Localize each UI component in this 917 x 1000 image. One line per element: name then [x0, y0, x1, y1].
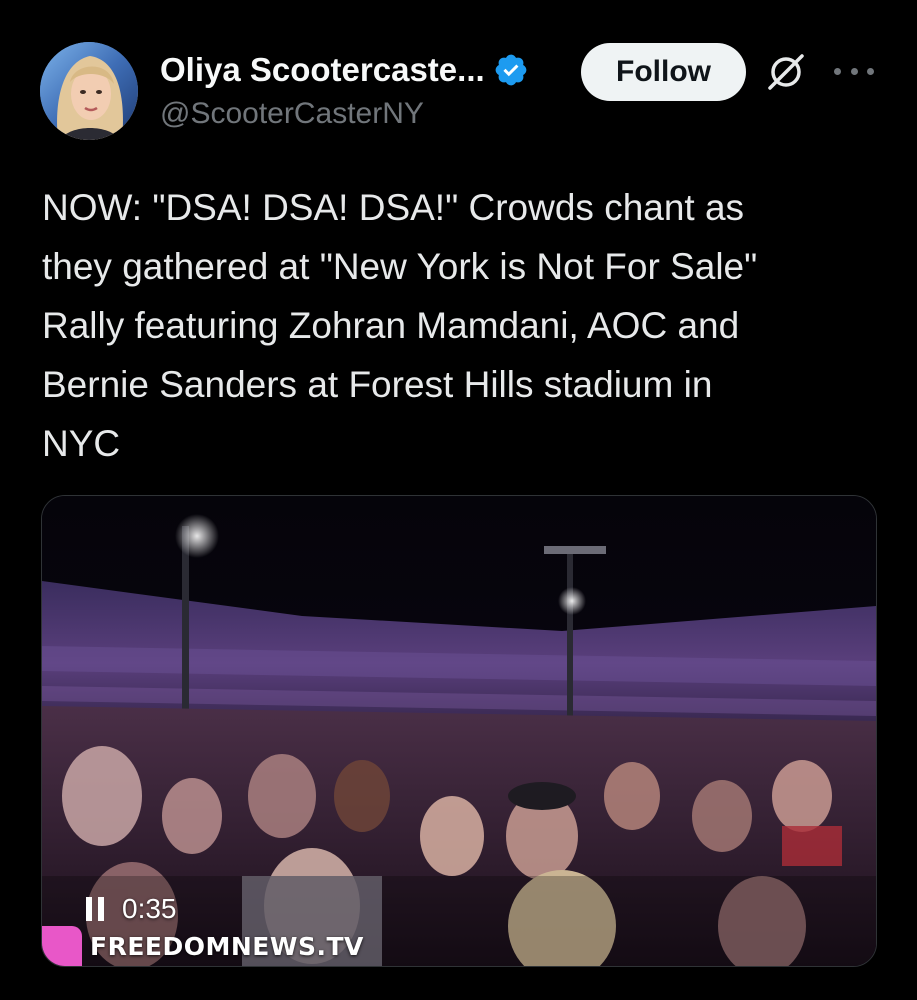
author-name-row: Oliya Scootercaste...	[160, 50, 529, 90]
video-timestamp: 0:35	[122, 893, 177, 924]
dot	[834, 67, 841, 75]
verified-badge-icon	[493, 52, 529, 88]
author-avatar[interactable]	[40, 42, 138, 140]
dot	[850, 67, 858, 75]
playback-controls: 0:35	[86, 893, 177, 925]
video-watermark: FREEDOMNEWS.TV	[90, 932, 364, 961]
grok-icon[interactable]	[764, 50, 808, 94]
author-display-name[interactable]: Oliya Scootercaste...	[160, 51, 485, 89]
watermark-logo	[42, 926, 82, 966]
avatar-image	[40, 42, 138, 140]
video-player[interactable]: 0:35 FREEDOMNEWS.TV	[41, 495, 877, 967]
more-options-icon[interactable]	[834, 64, 874, 78]
dot	[867, 67, 874, 75]
tweet-text: NOW: "DSA! DSA! DSA!" Crowds chant as th…	[42, 187, 758, 464]
follow-button[interactable]: Follow	[581, 43, 746, 101]
author-handle[interactable]: @ScooterCasterNY	[160, 97, 424, 131]
pause-icon[interactable]	[86, 897, 104, 921]
